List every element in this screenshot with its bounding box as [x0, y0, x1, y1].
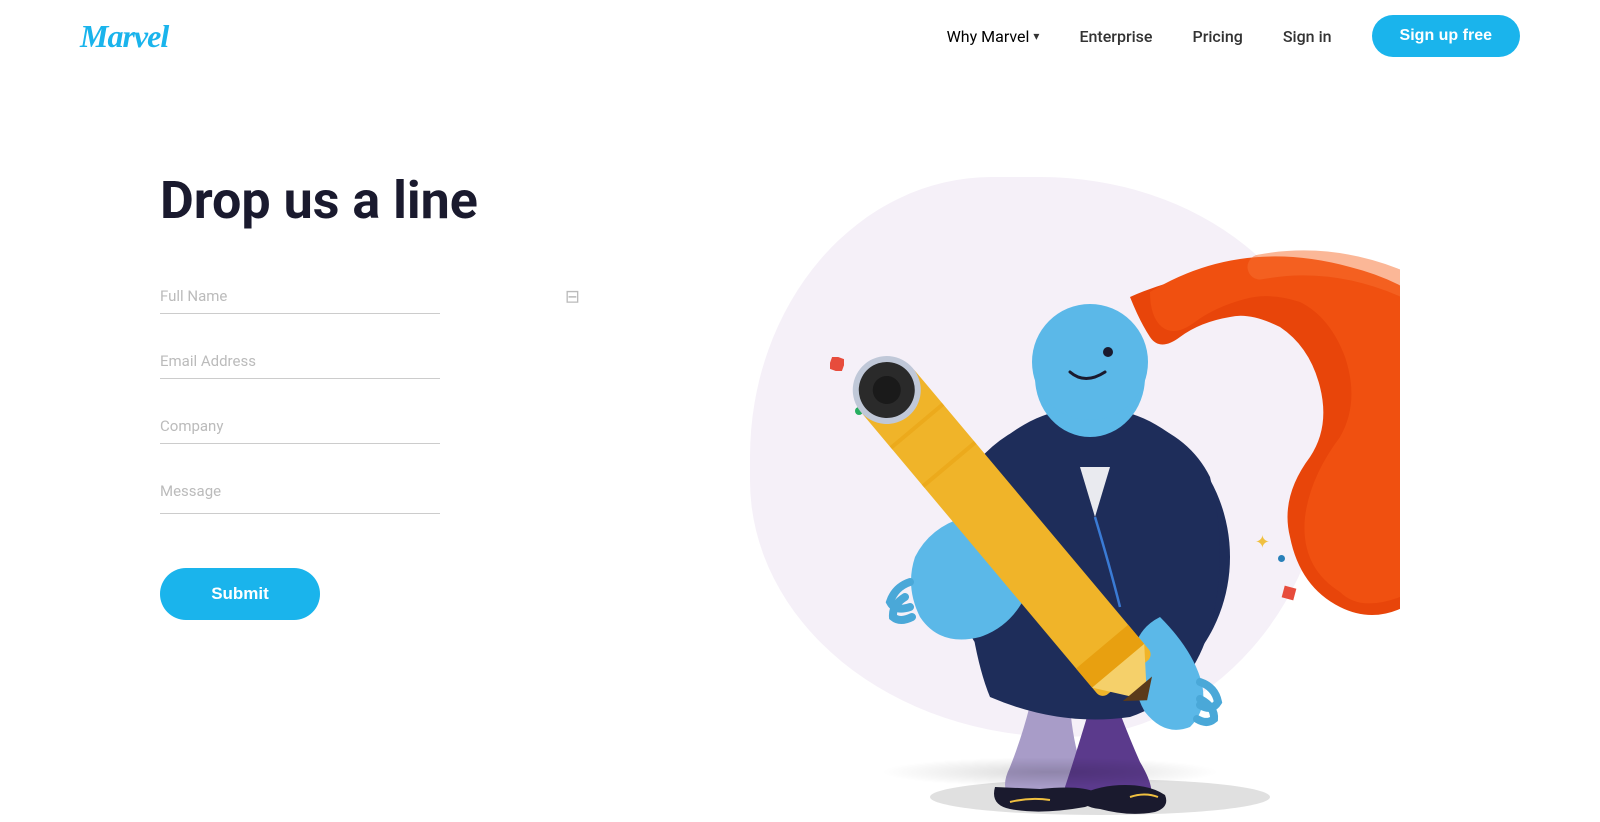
signup-button[interactable]: Sign up free	[1372, 15, 1520, 57]
contact-form: ⊟ Submit	[160, 279, 580, 620]
character-illustration	[700, 137, 1400, 817]
company-field	[160, 409, 580, 444]
email-input[interactable]	[160, 344, 440, 379]
main-content: Drop us a line ⊟ Submit	[0, 72, 1600, 822]
company-input[interactable]	[160, 409, 440, 444]
id-card-icon: ⊟	[565, 286, 580, 307]
message-field	[160, 474, 580, 518]
form-section: Drop us a line ⊟ Submit	[160, 132, 580, 620]
page-title: Drop us a line	[160, 172, 580, 229]
email-field	[160, 344, 580, 379]
navbar: Marvel Why Marvel ▾ Enterprise Pricing S…	[0, 0, 1600, 72]
nav-item-enterprise[interactable]: Enterprise	[1079, 27, 1152, 46]
nav-item-why-marvel[interactable]: Why Marvel ▾	[947, 27, 1040, 46]
nav-item-signin[interactable]: Sign in	[1283, 27, 1332, 46]
full-name-input[interactable]	[160, 279, 440, 314]
ground-shadow	[880, 757, 1220, 787]
nav-item-pricing[interactable]: Pricing	[1192, 27, 1242, 46]
chevron-down-icon: ▾	[1033, 29, 1039, 43]
illustration-section: ✦ ✦	[580, 132, 1520, 822]
logo[interactable]: Marvel	[80, 18, 168, 55]
illustration-wrap: ✦ ✦	[700, 137, 1400, 817]
submit-button[interactable]: Submit	[160, 568, 320, 620]
message-input[interactable]	[160, 474, 440, 514]
full-name-field: ⊟	[160, 279, 580, 314]
